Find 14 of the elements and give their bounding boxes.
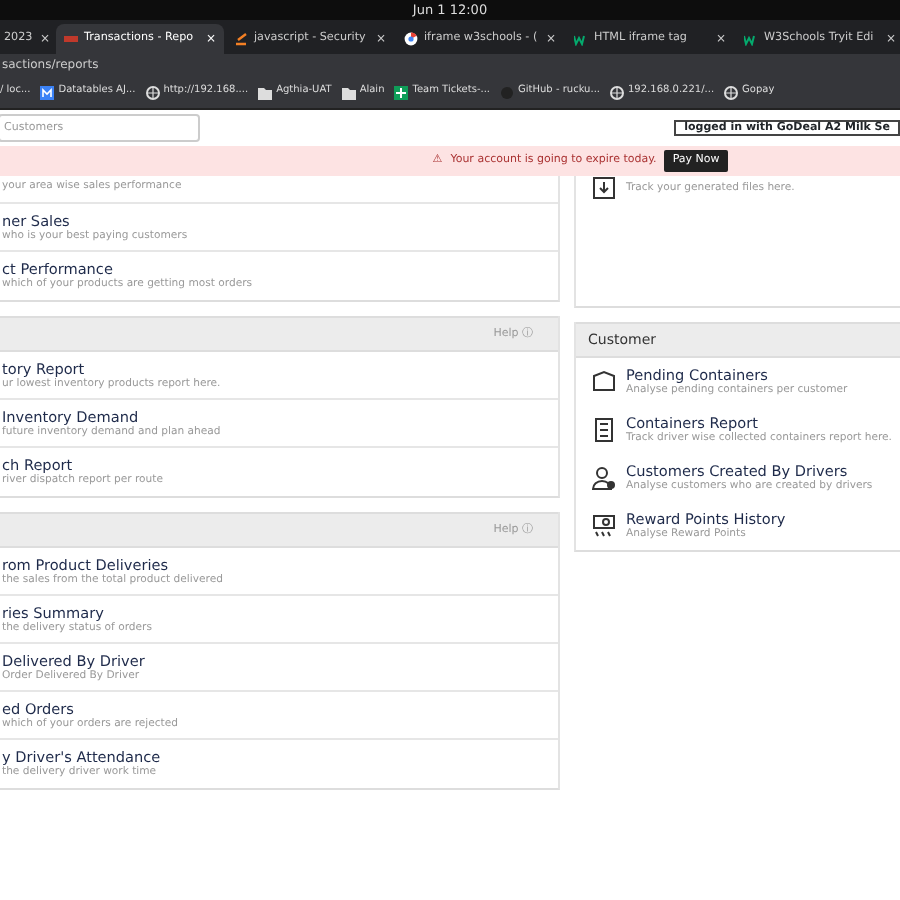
globe-icon <box>610 85 624 99</box>
m-icon <box>40 85 55 99</box>
w3-icon <box>744 32 758 46</box>
report-icon <box>592 418 616 442</box>
folder-icon <box>258 85 273 99</box>
plus-icon <box>394 85 409 99</box>
globe-icon <box>145 85 160 99</box>
reward-icon <box>592 514 616 538</box>
w3-icon <box>574 32 588 46</box>
download-icon <box>592 176 616 200</box>
folder-icon <box>341 85 356 99</box>
container-icon <box>592 370 616 394</box>
user-icon <box>592 466 616 490</box>
globe-icon <box>724 85 739 99</box>
